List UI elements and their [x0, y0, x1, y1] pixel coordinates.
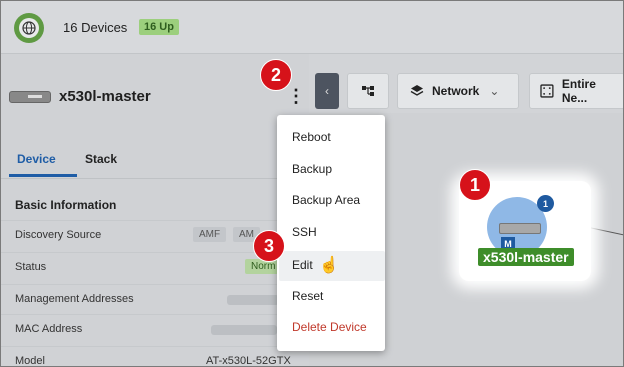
row-label: Status [15, 261, 47, 273]
chevron-down-icon: ⌄ [489, 84, 500, 98]
menu-item-ssh[interactable]: SSH [292, 225, 317, 239]
tab-device[interactable]: Device [17, 152, 56, 166]
collapse-panel-button[interactable]: ‹ [315, 73, 339, 109]
device-tabs: Device Stack [1, 146, 309, 179]
active-tab-indicator [9, 174, 77, 177]
callout-3: 3 [253, 230, 285, 262]
menu-item-backup[interactable]: Backup [292, 162, 332, 176]
info-row-management-addresses: Management Addresses [1, 284, 309, 315]
globe-icon[interactable] [14, 13, 44, 43]
model-value: AT-x530L-52GTX [206, 355, 291, 367]
device-count: 16 Devices [63, 20, 128, 35]
topology-layout-button[interactable] [347, 73, 389, 109]
device-header: x530l-master [9, 88, 151, 105]
info-row-mac-address: MAC Address [1, 314, 309, 345]
tab-stack[interactable]: Stack [85, 152, 117, 166]
menu-item-backup-area[interactable]: Backup Area [292, 193, 360, 207]
device-name: x530l-master [59, 88, 151, 105]
menu-item-edit[interactable]: Edit [292, 258, 313, 272]
device-details-panel: x530l-master ⋮ Device Stack Basic Inform… [1, 54, 309, 367]
up-status-badge[interactable]: 16 Up [139, 19, 179, 35]
row-label: MAC Address [15, 323, 83, 335]
hand-cursor-icon: ☝ [319, 257, 339, 274]
source-chip-amf: AMF [193, 227, 227, 242]
top-bar: 16 Devices 16 Up [1, 1, 623, 54]
switch-icon [499, 223, 541, 234]
info-row-model: Model AT-x530L-52GTX [1, 346, 309, 367]
scope-icon [540, 84, 554, 98]
menu-item-reset[interactable]: Reset [292, 289, 323, 303]
network-dropdown-label: Network [432, 84, 480, 98]
chevron-left-icon: ‹ [325, 84, 329, 98]
app-window: 16 Devices 16 Up x530l-master ⋮ Device S… [0, 0, 624, 367]
row-label: Discovery Source [15, 229, 102, 241]
topology-icon [362, 86, 374, 96]
callout-1: 1 [459, 169, 491, 201]
switch-icon [9, 90, 51, 103]
globe-inner [19, 18, 39, 38]
menu-item-reboot[interactable]: Reboot [292, 130, 331, 144]
row-label: Model [15, 355, 45, 367]
redacted-value [211, 325, 277, 335]
row-label: Management Addresses [15, 293, 134, 305]
section-title: Basic Information [15, 198, 117, 212]
node-count-badge: 1 [537, 195, 554, 212]
menu-item-delete-device[interactable]: Delete Device [292, 320, 367, 334]
callout-2: 2 [260, 59, 292, 91]
entire-network-button[interactable]: Entire Ne... [529, 73, 623, 109]
globe-glyph-icon [22, 21, 36, 35]
node-label[interactable]: x530l-master [478, 248, 574, 266]
layers-icon [410, 85, 424, 96]
kebab-menu-icon[interactable]: ⋮ [287, 87, 305, 105]
network-dropdown[interactable]: Network ⌄ [397, 73, 519, 109]
device-actions-menu: Reboot Backup Backup Area SSH Edit Reset… [277, 115, 385, 351]
entire-network-label: Entire Ne... [561, 77, 596, 105]
redacted-value [227, 295, 279, 305]
